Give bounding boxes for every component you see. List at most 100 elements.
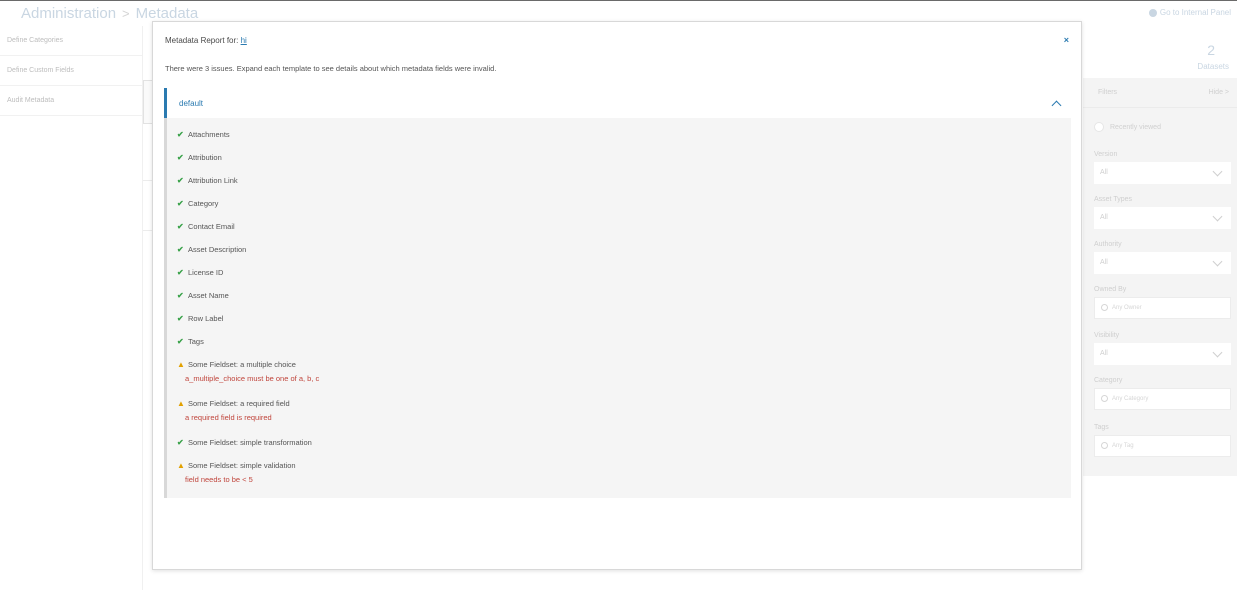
authority-value: All — [1100, 259, 1108, 266]
chevron-down-icon — [1212, 347, 1223, 358]
field-row-warning: ▲ Some Fieldset: simple validation — [177, 461, 296, 470]
field-label: Asset Description — [188, 245, 247, 254]
version-label: Version — [1094, 151, 1118, 158]
version-select[interactable]: All — [1094, 162, 1231, 184]
sidebar-item-audit-metadata[interactable]: Audit Metadata — [0, 86, 142, 116]
issues-summary: There were 3 issues. Expand each templat… — [165, 64, 497, 73]
field-label: Some Fieldset: simple validation — [188, 461, 296, 470]
owned-by-placeholder: Any Owner — [1112, 305, 1142, 311]
field-row-warning: ▲ Some Fieldset: a multiple choice — [177, 360, 296, 369]
chevron-down-icon — [1212, 166, 1223, 177]
dataset-count-label: Datasets — [1197, 62, 1229, 71]
field-error: a required field is required — [185, 413, 272, 422]
field-row-warning: ▲ Some Fieldset: a required field — [177, 399, 290, 408]
category-placeholder: Any Category — [1112, 396, 1149, 402]
template-body: ✔ Attachments ✔ Attribution ✔ Attribution L… — [164, 118, 1071, 498]
warning-icon: ▲ — [177, 399, 185, 408]
gear-icon — [1148, 8, 1157, 17]
field-row: ✔ Some Fieldset: simple transformation — [177, 438, 312, 447]
radio-icon — [1094, 122, 1104, 132]
breadcrumb-separator: > — [122, 6, 130, 21]
field-error: field needs to be < 5 — [185, 475, 253, 484]
breadcrumb-root[interactable]: Administration — [21, 5, 116, 22]
template-header[interactable]: default — [164, 88, 1071, 118]
recently-viewed-label: Recently viewed — [1110, 123, 1161, 131]
check-icon: ✔ — [177, 130, 184, 139]
check-icon: ✔ — [177, 245, 184, 254]
field-label: Tags — [188, 337, 204, 346]
chevron-up-icon[interactable] — [1051, 100, 1062, 111]
check-icon: ✔ — [177, 268, 184, 277]
asset-types-value: All — [1100, 214, 1108, 221]
search-icon — [1101, 304, 1108, 311]
breadcrumb-current: Metadata — [135, 5, 199, 22]
dataset-link[interactable]: hi — [241, 36, 247, 45]
check-icon: ✔ — [177, 291, 184, 300]
sidebar-item-define-custom-fields[interactable]: Define Custom Fields — [0, 56, 142, 86]
visibility-label: Visibility — [1094, 332, 1120, 339]
filters-header: Filters Hide > — [1083, 78, 1237, 108]
close-button[interactable]: × — [1064, 35, 1069, 45]
field-error: a_multiple_choice must be one of a, b, c — [185, 374, 320, 383]
field-row: ✔ Asset Description — [177, 245, 246, 254]
check-icon: ✔ — [177, 222, 184, 231]
breadcrumb: Administration > Metadata — [21, 5, 198, 22]
version-value: All — [1100, 169, 1108, 176]
owned-by-input[interactable]: Any Owner — [1094, 297, 1231, 319]
field-label: Attachments — [188, 130, 230, 139]
filters-box: Filters Hide > Recently viewed Version A… — [1083, 78, 1237, 476]
search-icon — [1101, 442, 1108, 449]
asset-types-label: Asset Types — [1094, 196, 1133, 203]
template-section: default ✔ Attachments ✔ Attribution ✔ Attri… — [164, 88, 1071, 498]
metadata-report-modal: Metadata Report for: hi × There were 3 i… — [152, 21, 1082, 570]
warning-icon: ▲ — [177, 461, 185, 470]
filters-title: Filters — [1098, 89, 1118, 96]
field-row: ✔ Asset Name — [177, 291, 229, 300]
field-label: Attribution — [188, 153, 222, 162]
recently-viewed-toggle[interactable]: Recently viewed — [1094, 122, 1161, 132]
field-row: ✔ Row Label — [177, 314, 223, 323]
tags-input[interactable]: Any Tag — [1094, 435, 1231, 457]
field-label: Some Fieldset: a required field — [188, 399, 290, 408]
field-label: Contact Email — [188, 222, 235, 231]
field-label: Category — [188, 199, 219, 208]
category-input[interactable]: Any Category — [1094, 388, 1231, 410]
sidebar: Define Categories Define Custom Fields A… — [0, 26, 143, 590]
field-row: ✔ License ID — [177, 268, 223, 277]
category-label: Category — [1094, 377, 1123, 384]
internal-panel-link[interactable]: Go to Internal Panel — [1148, 8, 1231, 17]
field-label: Attribution Link — [188, 176, 238, 185]
modal-title-prefix: Metadata Report for: — [165, 36, 241, 45]
check-icon: ✔ — [177, 176, 184, 185]
filter-panel: 2 Datasets Filters Hide > Recently viewe… — [1083, 26, 1237, 476]
modal-title: Metadata Report for: hi — [165, 36, 247, 45]
dataset-count: 2 Datasets — [1083, 26, 1237, 78]
check-icon: ✔ — [177, 438, 184, 447]
field-row: ✔ Attribution Link — [177, 176, 238, 185]
check-icon: ✔ — [177, 337, 184, 346]
visibility-value: All — [1100, 350, 1108, 357]
internal-panel-label: Go to Internal Panel — [1159, 8, 1231, 17]
check-icon: ✔ — [177, 314, 184, 323]
dataset-count-value: 2 — [1207, 42, 1215, 58]
tags-placeholder: Any Tag — [1112, 443, 1134, 449]
authority-select[interactable]: All — [1094, 252, 1231, 274]
check-icon: ✔ — [177, 199, 184, 208]
field-row: ✔ Attachments — [177, 130, 230, 139]
field-label: Some Fieldset: a multiple choice — [188, 360, 296, 369]
visibility-select[interactable]: All — [1094, 343, 1231, 365]
field-label: License ID — [188, 268, 224, 277]
owned-by-label: Owned By — [1094, 286, 1127, 293]
tags-label: Tags — [1094, 424, 1109, 431]
field-label: Some Fieldset: simple transformation — [188, 438, 312, 447]
warning-icon: ▲ — [177, 360, 185, 369]
sidebar-item-define-categories[interactable]: Define Categories — [0, 26, 142, 56]
field-label: Row Label — [188, 314, 224, 323]
field-row: ✔ Contact Email — [177, 222, 235, 231]
field-label: Asset Name — [188, 291, 229, 300]
chevron-down-icon — [1212, 256, 1223, 267]
field-row: ✔ Category — [177, 199, 218, 208]
check-icon: ✔ — [177, 153, 184, 162]
asset-types-select[interactable]: All — [1094, 207, 1231, 229]
hide-filters-link[interactable]: Hide > — [1209, 89, 1229, 96]
